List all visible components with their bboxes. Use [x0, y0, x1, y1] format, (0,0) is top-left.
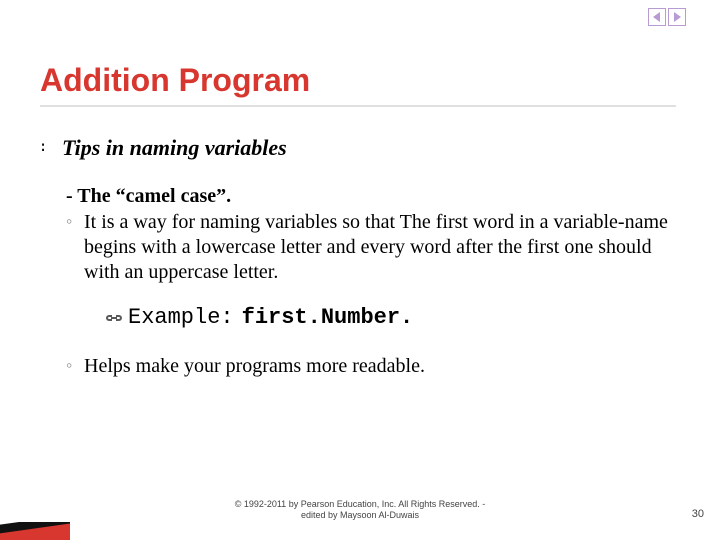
explanation-text: It is a way for naming variables so that…: [84, 210, 680, 285]
nav-arrows: [648, 8, 686, 26]
footer-copyright: © 1992-2011 by Pearson Education, Inc. A…: [0, 499, 720, 522]
example-label: Example:: [128, 305, 234, 330]
slide-content: Addition Program ։ Tips in naming variab…: [40, 62, 680, 399]
page-number: 30: [692, 508, 704, 520]
arrow-left-icon: [651, 11, 663, 23]
circle-bullet-icon: ◦: [66, 210, 84, 233]
example-row: Example: first.Number.: [106, 305, 680, 330]
subtitle-text: Tips in naming variables: [62, 135, 287, 161]
subtitle-row: ։ Tips in naming variables: [40, 135, 680, 161]
corner-accent: [0, 522, 70, 540]
copyright-line-2: edited by Maysoon Al-Duwais: [0, 510, 720, 522]
circle-bullet-icon: ◦: [66, 354, 84, 377]
copyright-line-1: © 1992-2011 by Pearson Education, Inc. A…: [0, 499, 720, 511]
title-underline: [40, 105, 676, 107]
readable-item: ◦ Helps make your programs more readable…: [66, 354, 680, 379]
camel-case-heading: - The “camel case”.: [66, 185, 680, 208]
nav-next-button[interactable]: [668, 8, 686, 26]
explanation-item: ◦ It is a way for naming variables so th…: [66, 210, 680, 285]
link-icon: [106, 312, 128, 324]
example-value: first.Number.: [242, 305, 414, 330]
readable-text: Helps make your programs more readable.: [84, 354, 425, 379]
body-block: - The “camel case”. ◦ It is a way for na…: [66, 185, 680, 379]
slide-title: Addition Program: [40, 62, 680, 99]
arrow-right-icon: [671, 11, 683, 23]
bullet-icon: ։: [40, 135, 62, 157]
nav-prev-button[interactable]: [648, 8, 666, 26]
